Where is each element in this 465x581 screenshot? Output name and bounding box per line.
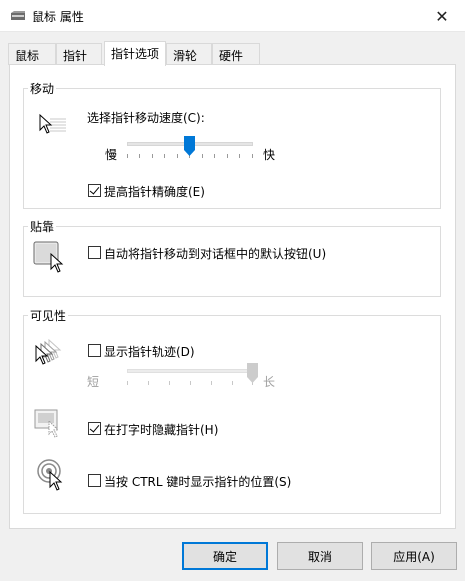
motion-group-label: 移动 — [28, 80, 57, 97]
precision-label: 提高指针精确度(E) — [104, 185, 205, 199]
tab-wheel[interactable]: 滑轮 — [166, 43, 212, 65]
snap-to-button-icon — [33, 241, 64, 273]
apply-button[interactable]: 应用(A) — [371, 542, 457, 570]
tab-pointer-options[interactable]: 指针选项 — [104, 41, 166, 66]
trails-slider-track — [127, 369, 253, 373]
snap-group-label: 贴靠 — [28, 218, 57, 235]
short-label: 短 — [87, 375, 100, 389]
visibility-group-label: 可见性 — [28, 307, 69, 324]
window-title: 鼠标 属性 — [32, 10, 84, 24]
hide-while-typing-icon — [34, 409, 60, 438]
trails-slider[interactable] — [127, 361, 258, 391]
precision-checkbox[interactable] — [88, 184, 101, 197]
snap-group: 贴靠 自动将指针移动到对话框中的默认按钮(U) — [23, 218, 441, 297]
speed-slider-thumb[interactable] — [184, 136, 195, 156]
mouse-app-icon — [11, 11, 25, 20]
speed-label: 选择指针移动速度(C): — [87, 111, 205, 125]
trails-checkbox[interactable] — [88, 344, 101, 357]
snap-label: 自动将指针移动到对话框中的默认按钮(U) — [104, 247, 327, 261]
ok-button[interactable]: 确定 — [182, 542, 268, 570]
ctrl-location-checkbox[interactable] — [88, 474, 101, 487]
speed-slider[interactable] — [127, 134, 253, 164]
fast-label: 快 — [263, 148, 276, 162]
motion-group: 移动 选择指针移动速度(C): 慢 快 提高指针精确度(E) — [23, 80, 441, 209]
tab-buttons[interactable]: 鼠标键 — [8, 43, 56, 80]
title-bar: 鼠标 属性 ✕ — [0, 0, 465, 32]
hide-typing-checkbox[interactable] — [88, 422, 101, 435]
close-icon: ✕ — [435, 6, 449, 26]
snap-checkbox[interactable] — [88, 246, 101, 259]
show-location-ctrl-icon — [37, 459, 63, 491]
visibility-group: 可见性 显示指针轨迹(D) 短 长 在打字时隐藏指针(H) 当按 CTRL 键时… — [23, 307, 441, 514]
close-button[interactable]: ✕ — [419, 0, 465, 32]
trails-slider-thumb[interactable] — [246, 363, 258, 383]
tab-panel: 移动 选择指针移动速度(C): 慢 快 提高指针精确度(E) 贴靠 自动将指针移… — [9, 64, 456, 529]
tab-pointers[interactable]: 指针 — [56, 43, 102, 65]
cancel-button[interactable]: 取消 — [277, 542, 363, 570]
slow-label: 慢 — [105, 148, 118, 162]
pointer-speed-icon — [39, 113, 66, 134]
long-label: 长 — [263, 375, 276, 389]
hide-typing-label: 在打字时隐藏指针(H) — [104, 423, 219, 437]
tab-hardware[interactable]: 硬件 — [212, 43, 260, 65]
pointer-trails-icon — [35, 339, 62, 365]
ctrl-location-label: 当按 CTRL 键时显示指针的位置(S) — [104, 475, 292, 489]
trails-label: 显示指针轨迹(D) — [104, 345, 195, 359]
